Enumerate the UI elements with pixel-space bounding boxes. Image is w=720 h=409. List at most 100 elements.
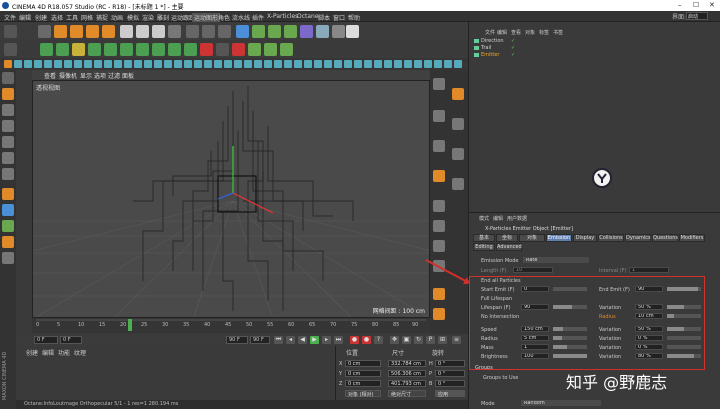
- xp-generator-icon[interactable]: [72, 43, 85, 56]
- edges-mode-icon[interactable]: [2, 152, 14, 164]
- menu-plugins[interactable]: 插件: [252, 13, 264, 22]
- xp-fluid-icon[interactable]: [184, 43, 197, 56]
- perspective-viewport[interactable]: 透视视图 网格间距 : 100 cm: [32, 80, 430, 318]
- key-pla-icon[interactable]: ⊞: [438, 336, 447, 344]
- floor-icon[interactable]: [316, 25, 329, 38]
- rot-p-field[interactable]: 0 °: [435, 370, 465, 377]
- length-field[interactable]: 10: [513, 267, 553, 273]
- menu-character[interactable]: 角色: [218, 13, 230, 22]
- mod-icon-39[interactable]: [384, 60, 392, 68]
- pos-z-field[interactable]: 0 cm: [345, 380, 381, 387]
- mod-icon-45[interactable]: [444, 60, 452, 68]
- pen-icon[interactable]: [252, 25, 265, 38]
- size-y-field[interactable]: 506.306 cm: [388, 370, 426, 377]
- cube-icon[interactable]: [236, 25, 249, 38]
- menu-script[interactable]: 脚本: [318, 13, 330, 22]
- menu-create[interactable]: 创建: [35, 13, 47, 22]
- apply-button[interactable]: 应用: [435, 390, 465, 398]
- strip-icon-14[interactable]: [433, 308, 445, 320]
- mod-icon-38[interactable]: [374, 60, 382, 68]
- y-axis-icon[interactable]: [136, 25, 149, 38]
- mod-icon-3[interactable]: [24, 60, 32, 68]
- strip-icon-1[interactable]: [433, 78, 445, 90]
- grid-icon[interactable]: [2, 252, 14, 264]
- mod-icon-24[interactable]: [234, 60, 242, 68]
- z-axis-icon[interactable]: [152, 25, 165, 38]
- tweak-icon[interactable]: [2, 204, 14, 216]
- enabled-check-icon[interactable]: ✓: [511, 52, 515, 58]
- array-icon[interactable]: [284, 25, 297, 38]
- mod-icon-30[interactable]: [294, 60, 302, 68]
- xp-group-icon[interactable]: [216, 43, 229, 56]
- select-arrow-icon[interactable]: [38, 25, 51, 38]
- rotate-icon[interactable]: [86, 25, 99, 38]
- camera-icon[interactable]: [332, 25, 345, 38]
- mod-icon-6[interactable]: [54, 60, 62, 68]
- mod-icon-5[interactable]: [44, 60, 52, 68]
- mod-icon-34[interactable]: [334, 60, 342, 68]
- mod-icon-42[interactable]: [414, 60, 422, 68]
- layout-select[interactable]: 启动: [686, 12, 708, 20]
- pos-x-field[interactable]: 0 cm: [345, 360, 381, 367]
- mod-icon-28[interactable]: [274, 60, 282, 68]
- current-frame-field[interactable]: 0 F: [60, 336, 82, 344]
- menu-mograph[interactable]: 运动图形: [192, 13, 221, 22]
- maximize-button[interactable]: ☐: [693, 1, 699, 9]
- menu-file[interactable]: 文件: [4, 13, 16, 22]
- mod-icon-20[interactable]: [194, 60, 202, 68]
- key-rotation-icon[interactable]: ↻: [414, 336, 423, 344]
- menu-sculpt[interactable]: 雕刻: [157, 13, 169, 22]
- auto-key-icon[interactable]: ●: [362, 336, 371, 344]
- mod-icon-17[interactable]: [164, 60, 172, 68]
- size-mode-select[interactable]: 绝对尺寸: [388, 390, 426, 398]
- rot-h-field[interactable]: 0 °: [435, 360, 465, 367]
- mod-icon-36[interactable]: [354, 60, 362, 68]
- emission-mode-select[interactable]: Rate: [523, 257, 589, 263]
- om-menu-edit[interactable]: 编辑: [497, 29, 507, 36]
- mod-icon-40[interactable]: [394, 60, 402, 68]
- attr-menu-edit[interactable]: 编辑: [493, 215, 503, 222]
- key-param-icon[interactable]: P: [426, 336, 435, 344]
- tab-dynamics[interactable]: Dynamics: [625, 234, 651, 242]
- tab-display[interactable]: Display: [573, 234, 597, 242]
- om-menu-object[interactable]: 对象: [525, 29, 535, 36]
- mod-icon-12[interactable]: [114, 60, 122, 68]
- viewport-menu-filter[interactable]: 过滤: [108, 71, 120, 80]
- preview-end-field[interactable]: 90 F: [250, 336, 270, 344]
- object-row-trail[interactable]: Trail ✓: [473, 45, 538, 51]
- end-frame-field[interactable]: 90 F: [226, 336, 248, 344]
- strip-icon-8[interactable]: [452, 178, 464, 190]
- tab-object[interactable]: 对象: [519, 234, 545, 242]
- menu-simulate[interactable]: 模拟: [127, 13, 139, 22]
- x-axis-icon[interactable]: [120, 25, 133, 38]
- xp-trail-icon[interactable]: [88, 43, 101, 56]
- strip-icon-2[interactable]: [452, 88, 464, 100]
- tab-advanced[interactable]: Advanced: [496, 243, 522, 251]
- material-menu-create[interactable]: 创建: [26, 348, 38, 357]
- menu-xparticles[interactable]: X-Particles: [267, 13, 298, 20]
- lock-workplane-icon[interactable]: [2, 236, 14, 248]
- mod-icon-8[interactable]: [74, 60, 82, 68]
- keyframe-selection-icon[interactable]: ?: [374, 336, 383, 344]
- strip-icon-6[interactable]: [452, 148, 464, 160]
- viewport-menu-camera[interactable]: 摄像机: [59, 71, 77, 80]
- xp-skinner-icon[interactable]: [168, 43, 181, 56]
- tab-emission[interactable]: Emission: [546, 234, 572, 242]
- mod-icon-21[interactable]: [204, 60, 212, 68]
- xp-action-icon[interactable]: [136, 43, 149, 56]
- texture-mode-icon[interactable]: [2, 104, 14, 116]
- coord-mode-select[interactable]: 对象 (相对): [345, 390, 381, 398]
- tab-editing[interactable]: Editing: [473, 243, 495, 251]
- xp-sprite-icon[interactable]: [248, 43, 261, 56]
- mod-icon-19[interactable]: [184, 60, 192, 68]
- menu-pipeline[interactable]: 流水线: [232, 13, 250, 22]
- workplane-icon[interactable]: [2, 120, 14, 132]
- play-icon[interactable]: ▶: [310, 336, 319, 344]
- record-icon[interactable]: ●: [350, 336, 359, 344]
- xp-question-icon[interactable]: [120, 43, 133, 56]
- start-frame-field[interactable]: 0 F: [34, 336, 58, 344]
- timeline-menu-icon[interactable]: ≡: [452, 336, 461, 344]
- viewport-menu-panel[interactable]: 面板: [122, 71, 134, 80]
- render-region-icon[interactable]: [186, 25, 199, 38]
- mod-icon-22[interactable]: [214, 60, 222, 68]
